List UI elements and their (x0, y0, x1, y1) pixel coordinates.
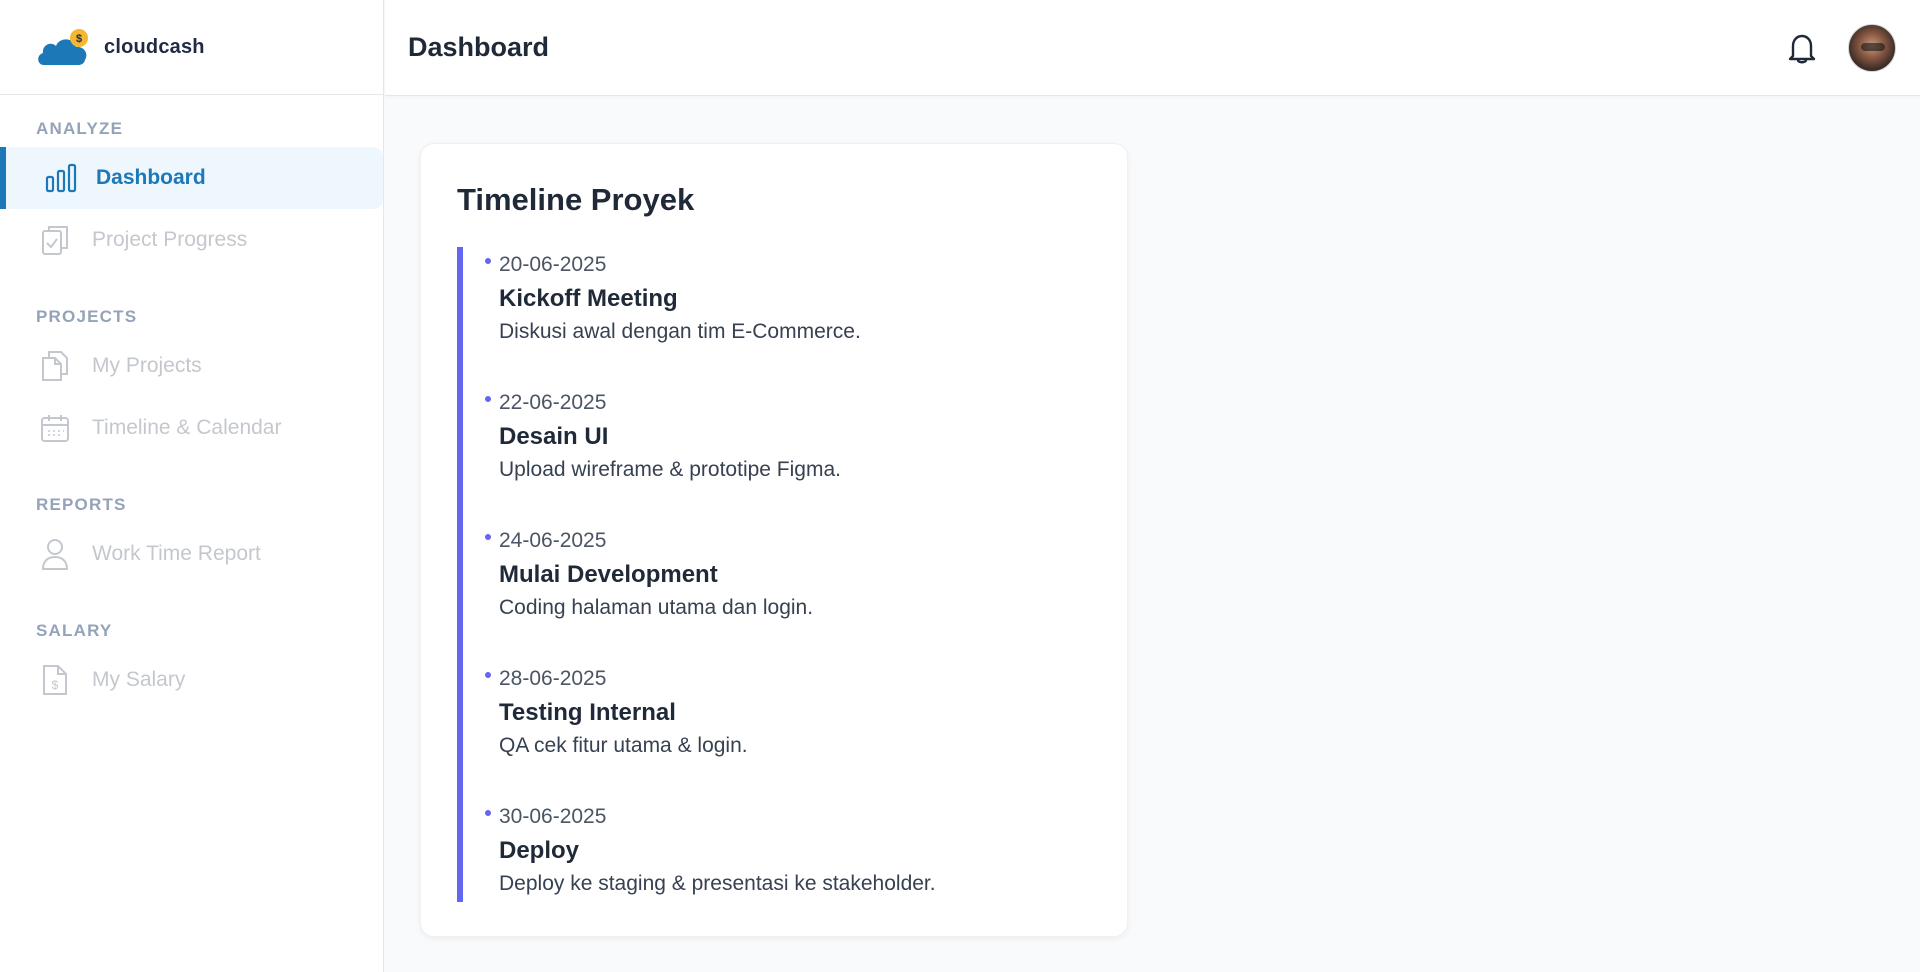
card-title: Timeline Proyek (457, 182, 695, 217)
timeline-title: Kickoff Meeting (499, 285, 678, 312)
calendar-icon (38, 411, 72, 445)
page-title: Dashboard (408, 32, 550, 62)
section-analyze: ANALYZE (36, 119, 124, 138)
timeline-title: Desain UI (499, 423, 609, 450)
timeline-desc: Deploy ke staging & presentasi ke stakeh… (499, 872, 936, 895)
timeline-desc: Upload wireframe & prototipe Figma. (499, 458, 841, 481)
avatar[interactable] (1848, 24, 1896, 72)
bar-chart-icon (44, 161, 78, 195)
svg-text:$: $ (52, 678, 59, 692)
notification-bell-icon[interactable] (1778, 24, 1826, 72)
timeline-list: 20-06-2025 Kickoff Meeting Diskusi awal … (457, 247, 1097, 902)
section-reports: REPORTS (36, 495, 127, 514)
top-header: Dashboard (385, 0, 1920, 96)
timeline-dot (485, 534, 491, 540)
sidebar-nav: ANALYZE Dashboard Project Progress PROJE… (0, 95, 383, 711)
sidebar-item-my-projects[interactable]: My Projects (0, 335, 383, 397)
timeline-dot (485, 258, 491, 264)
timeline-title: Mulai Development (499, 561, 718, 588)
timeline-item: 30-06-2025 Deploy Deploy ke staging & pr… (463, 799, 1097, 909)
sidebar-item-label: Work Time Report (92, 542, 261, 565)
documents-icon (38, 349, 72, 383)
brand[interactable]: $ cloudcash (0, 0, 383, 95)
sidebar-item-label: Timeline & Calendar (92, 416, 282, 439)
timeline-item: 22-06-2025 Desain UI Upload wireframe & … (463, 385, 1097, 523)
sidebar-item-label: Project Progress (92, 228, 248, 251)
timeline-dot (485, 810, 491, 816)
timeline-desc: Diskusi awal dengan tim E-Commerce. (499, 320, 861, 343)
timeline-desc: QA cek fitur utama & login. (499, 734, 748, 757)
section-salary: SALARY (36, 621, 113, 640)
timeline-title: Deploy (499, 837, 580, 864)
timeline-date: 24-06-2025 (499, 529, 607, 552)
timeline-dot (485, 396, 491, 402)
timeline-title: Testing Internal (499, 699, 676, 726)
sidebar-item-work-time-report[interactable]: Work Time Report (0, 523, 383, 585)
header-actions (1778, 24, 1896, 72)
timeline-date: 30-06-2025 (499, 805, 607, 828)
timeline-item: 20-06-2025 Kickoff Meeting Diskusi awal … (463, 247, 1097, 385)
user-icon (38, 537, 72, 571)
timeline-dot (485, 672, 491, 678)
sidebar-item-timeline-calendar[interactable]: Timeline & Calendar (0, 397, 383, 459)
sidebar: $ cloudcash ANALYZE Dashboard Project Pr… (0, 0, 384, 972)
timeline-item: 28-06-2025 Testing Internal QA cek fitur… (463, 661, 1097, 799)
sidebar-item-label: Dashboard (96, 166, 206, 189)
salary-document-icon: $ (38, 663, 72, 697)
timeline-date: 28-06-2025 (499, 667, 607, 690)
sidebar-item-project-progress[interactable]: Project Progress (0, 209, 383, 271)
timeline-item: 24-06-2025 Mulai Development Coding hala… (463, 523, 1097, 661)
sidebar-item-label: My Projects (92, 354, 202, 377)
sidebar-item-label: My Salary (92, 668, 186, 691)
sidebar-item-my-salary[interactable]: $ My Salary (0, 649, 383, 711)
timeline-card: Timeline Proyek 20-06-2025 Kickoff Meeti… (420, 143, 1128, 937)
timeline-date: 22-06-2025 (499, 391, 607, 414)
section-projects: PROJECTS (36, 307, 138, 326)
timeline-desc: Coding halaman utama dan login. (499, 596, 814, 619)
sidebar-item-dashboard[interactable]: Dashboard (0, 147, 383, 209)
timeline-date: 20-06-2025 (499, 253, 607, 276)
svg-text:$: $ (76, 33, 82, 45)
brand-name: cloudcash (104, 35, 205, 58)
cloudcash-logo-icon: $ (36, 25, 92, 69)
clipboard-check-icon (38, 223, 72, 257)
